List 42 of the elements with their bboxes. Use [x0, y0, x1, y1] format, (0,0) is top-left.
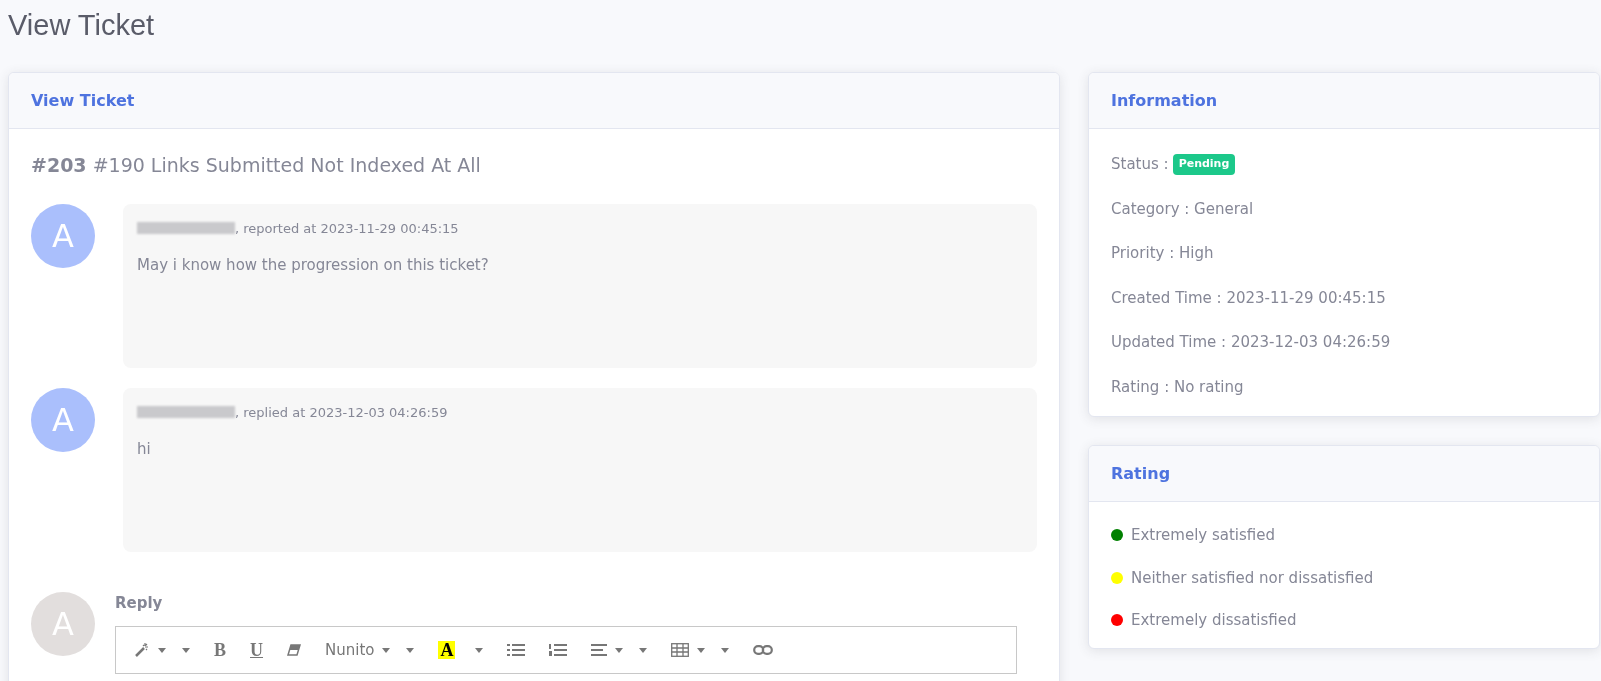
- avatar: A: [31, 203, 95, 268]
- eraser-icon: [287, 644, 301, 656]
- reply-label: Reply: [115, 592, 164, 614]
- caret-icon: [697, 647, 706, 653]
- info-row-text: Rating : No rating: [1111, 376, 1245, 398]
- caret-icon: [475, 647, 484, 653]
- format-button[interactable]: B: [208, 641, 232, 659]
- message-text: hi: [137, 439, 152, 460]
- format-button[interactable]: A: [432, 641, 490, 659]
- info-row-text: Priority : High: [1111, 243, 1215, 264]
- ticket-subject: #203 #190 Links Submitted Not Indexed At All: [31, 153, 482, 178]
- rating-option[interactable]: Extremely dissatisfied: [1131, 609, 1297, 632]
- rating-option[interactable]: Neither satisfied nor dissatisfied: [1131, 566, 1374, 589]
- format-button[interactable]: U: [244, 641, 269, 659]
- numbered-list-icon: [549, 643, 568, 657]
- info-label: Status :: [1111, 154, 1169, 175]
- card-title: Rating: [1111, 462, 1171, 485]
- message-meta: , reported at 2023-11-29 00:45:15: [235, 219, 459, 238]
- status-badge: Pending: [1172, 154, 1236, 175]
- caret-icon: [721, 647, 730, 653]
- caret-icon: [406, 647, 415, 653]
- avatar: A: [31, 387, 95, 452]
- caret-icon: [615, 647, 624, 653]
- table-icon: [671, 643, 690, 657]
- caret-icon: [158, 647, 166, 653]
- page-title: View Ticket: [7, 8, 156, 43]
- info-row-text: Category : General: [1111, 198, 1255, 220]
- magic-wand-icon: [134, 642, 150, 658]
- link-icon: [753, 645, 774, 655]
- card-title: View Ticket: [31, 89, 135, 112]
- caret-icon: [639, 647, 648, 653]
- message-meta: , replied at 2023-12-03 04:26:59: [235, 403, 448, 422]
- rating-option[interactable]: Extremely satisfied: [1131, 524, 1276, 547]
- caret-icon: [182, 647, 190, 653]
- align-icon: [591, 644, 608, 656]
- info-row-text: Created Time : 2023-11-29 00:45:15: [1111, 287, 1387, 309]
- font-dropdown[interactable]: Nunito: [319, 638, 421, 662]
- caret-icon: [382, 647, 391, 653]
- card-title: Information: [1111, 89, 1218, 112]
- bullet-list-icon: [507, 643, 526, 657]
- message-text: May i know how the progression on this ticket?: [137, 255, 490, 276]
- info-row-text: Updated Time : 2023-12-03 04:26:59: [1111, 332, 1392, 353]
